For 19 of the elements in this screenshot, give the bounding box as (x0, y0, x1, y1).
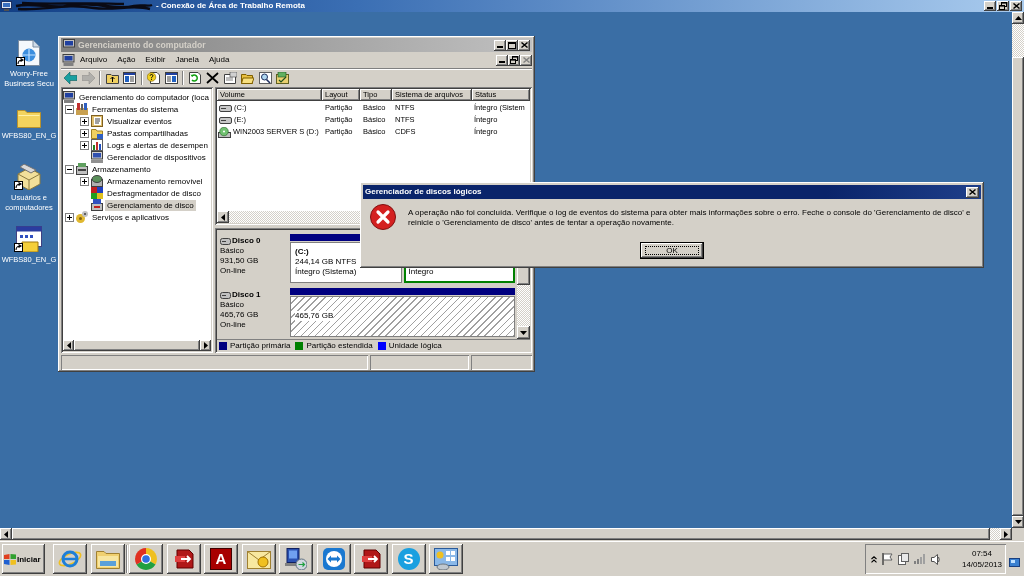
dialog-title: Gerenciador de discos lógicos (365, 186, 482, 198)
partition-size: 244,14 GB NTFS (295, 257, 357, 267)
legend-label: Partição estendida (306, 340, 373, 351)
window-title: Gerenciamento do computador (78, 39, 206, 52)
legend-label: Partição primária (230, 340, 291, 351)
disk-type: Básico (220, 300, 245, 310)
partition-size: 465,76 GB (295, 311, 334, 321)
legend-label: Unidade lógica (388, 340, 442, 351)
logo-letter: S (397, 548, 420, 570)
disk-size: 931,50 GB (220, 256, 260, 266)
disk-status: On-line (220, 266, 247, 276)
partition-label: (C:) (295, 247, 310, 257)
partition-status: Íntegro (Sistema) (295, 267, 357, 277)
disk-size: 465,76 GB (220, 310, 260, 320)
disk-type: Básico (220, 246, 245, 256)
disk-status: On-line (220, 320, 247, 330)
window-title: - Conexão de Área de Trabalho Remota (156, 0, 305, 12)
error-message: A operação não foi concluída. Verifique o log de eventos do sistema para obter mais informações sobre o erro. Feche o console do 'Gerenciamento de disco' e reinicie o 'Gerenciamento de disco' antes de tentar a operação novamente. (408, 208, 972, 228)
logo-letter: A (210, 548, 232, 570)
